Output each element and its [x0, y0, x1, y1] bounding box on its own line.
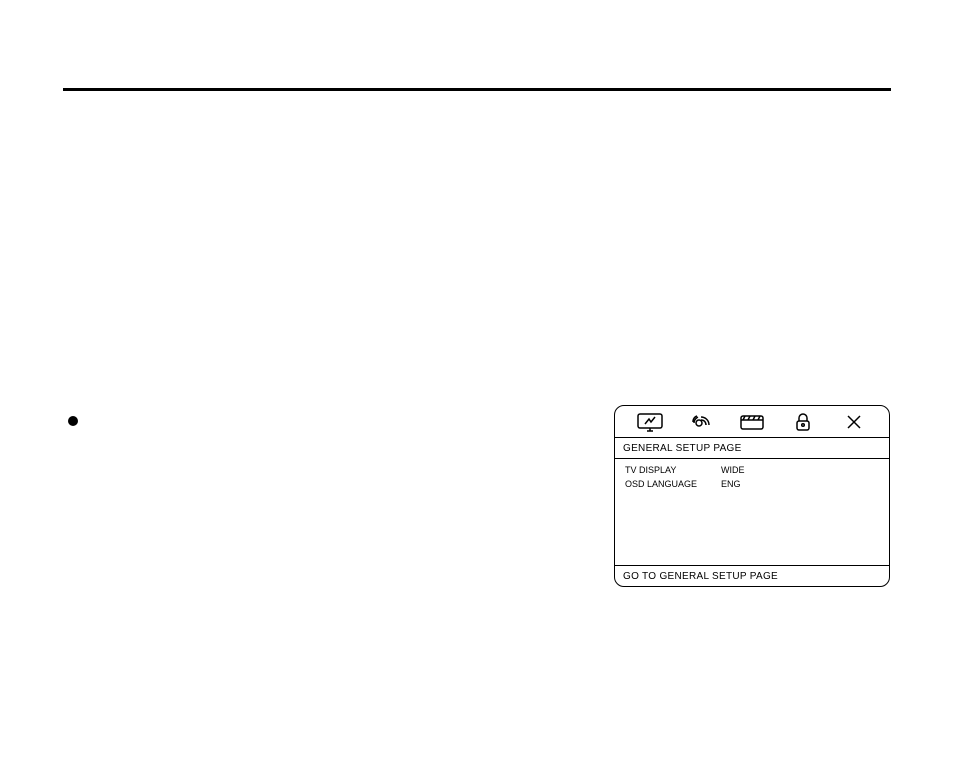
- bullet-marker: [68, 416, 78, 426]
- osd-title-text: GENERAL SETUP PAGE: [623, 443, 742, 454]
- document-page: GENERAL SETUP PAGE TV DISPLAY WIDE OSD L…: [0, 0, 954, 781]
- osd-footer: GO TO GENERAL SETUP PAGE: [615, 565, 889, 586]
- video-icon: [738, 411, 766, 433]
- lock-icon: [789, 411, 817, 433]
- osd-row-value: ENG: [721, 479, 741, 489]
- osd-menu: GENERAL SETUP PAGE TV DISPLAY WIDE OSD L…: [614, 405, 890, 587]
- osd-row-label: TV DISPLAY: [625, 465, 721, 475]
- osd-row: OSD LANGUAGE ENG: [625, 477, 879, 491]
- osd-row-value: WIDE: [721, 465, 745, 475]
- osd-footer-text: GO TO GENERAL SETUP PAGE: [623, 571, 778, 582]
- osd-title: GENERAL SETUP PAGE: [615, 438, 889, 459]
- horizontal-rule: [63, 88, 891, 91]
- monitor-icon: [636, 411, 664, 433]
- audio-icon: [687, 411, 715, 433]
- osd-tab-row: [615, 406, 889, 438]
- osd-row-label: OSD LANGUAGE: [625, 479, 721, 489]
- close-icon: [840, 411, 868, 433]
- osd-row: TV DISPLAY WIDE: [625, 463, 879, 477]
- osd-body: TV DISPLAY WIDE OSD LANGUAGE ENG: [615, 459, 889, 565]
